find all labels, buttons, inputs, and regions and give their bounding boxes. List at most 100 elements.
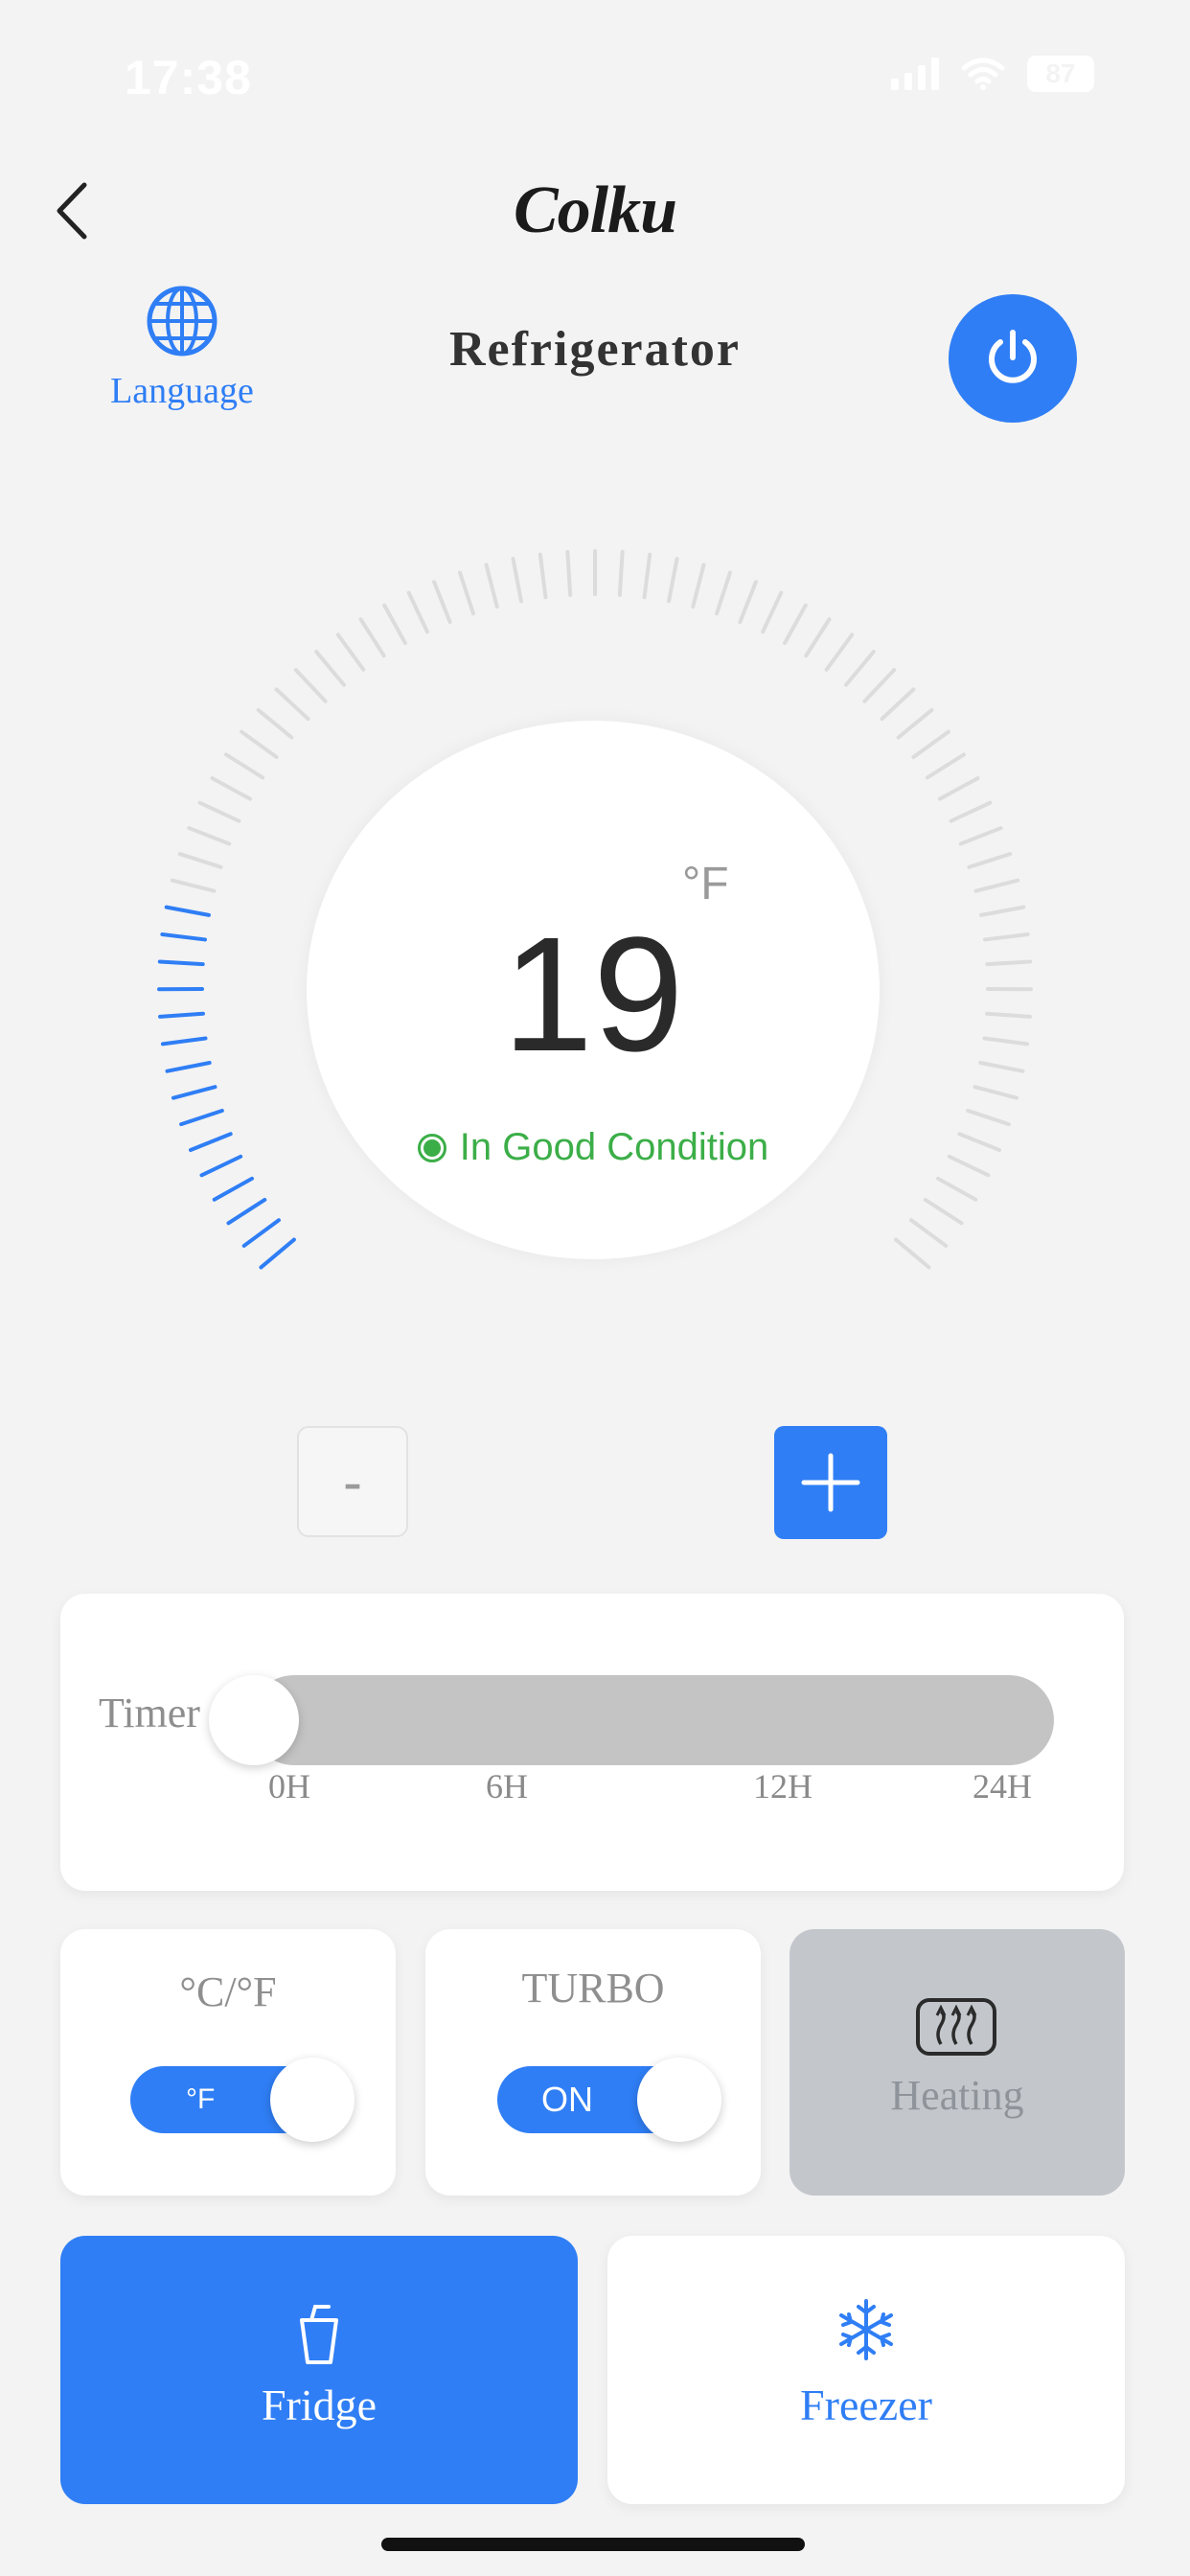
dial-tick-active <box>188 1132 233 1153</box>
brand-logo: Colku <box>513 173 677 247</box>
timer-tick-6h: 6H <box>486 1767 528 1806</box>
decrease-button[interactable]: - <box>297 1426 408 1537</box>
dial-tick <box>240 729 279 759</box>
dial-tick-active <box>226 1197 267 1226</box>
dial-tick <box>761 590 784 634</box>
timer-tick-0h: 0H <box>268 1767 310 1806</box>
dial-tick-active <box>171 1085 217 1100</box>
timer-slider-thumb[interactable] <box>209 1675 299 1765</box>
heater-icon <box>916 1998 996 2056</box>
status-time: 17:38 <box>125 51 252 104</box>
dial-tick-active <box>157 959 205 967</box>
dial-tick <box>909 1218 949 1248</box>
unit-toggle[interactable]: °F <box>130 2058 355 2142</box>
temperature-value: 19 <box>502 904 684 1086</box>
dial-tick <box>894 1237 931 1270</box>
cup-icon <box>300 2305 338 2364</box>
dial-tick-active <box>164 905 211 917</box>
dial-tick-active <box>160 932 208 942</box>
signal-icon <box>891 58 939 90</box>
timer-label: Timer <box>99 1690 200 1736</box>
dial-tick <box>985 1011 1032 1019</box>
increase-button[interactable] <box>774 1426 887 1539</box>
dial-tick <box>187 826 232 846</box>
dial-tick <box>936 1176 978 1202</box>
dial-tick <box>947 1154 991 1178</box>
fridge-label: Fridge <box>261 2380 378 2429</box>
dial-tick <box>170 878 217 893</box>
dial-tick <box>314 650 346 687</box>
dial-tick <box>177 852 223 869</box>
dial-tick <box>667 557 679 604</box>
dial-tick <box>293 668 328 703</box>
dial-tick <box>937 776 980 801</box>
freezer-mode-button[interactable]: Freezer <box>607 2236 1125 2504</box>
dial-tick <box>538 552 548 600</box>
dial-tick <box>949 800 993 823</box>
turbo-toggle-knob <box>637 2058 721 2142</box>
battery-indicator: 87 <box>1027 56 1094 92</box>
dial-tick <box>511 557 523 604</box>
dial-tick <box>985 959 1033 967</box>
dial-tick <box>896 707 934 740</box>
dial-tick <box>925 752 966 780</box>
fridge-mode-button[interactable]: Fridge <box>60 2236 578 2504</box>
dial-tick <box>432 580 452 624</box>
condition-status: In Good Condition <box>307 1126 880 1169</box>
power-button[interactable] <box>949 294 1077 423</box>
timer-tick-12h: 12H <box>753 1767 812 1806</box>
dial-tick <box>911 729 950 759</box>
dial-tick <box>973 878 1020 893</box>
dial-tick <box>783 603 808 646</box>
dial-tick <box>982 932 1030 942</box>
timer-tick-24h: 24H <box>973 1767 1032 1806</box>
dial-tick-active <box>241 1218 281 1248</box>
dial-tick <box>382 603 407 646</box>
dial-tick <box>642 552 652 600</box>
status-dot-icon <box>417 1133 446 1162</box>
dial-tick <box>958 826 1003 846</box>
dial-tick <box>957 1132 1002 1153</box>
dial-tick <box>978 1061 1025 1073</box>
dial-tick <box>880 687 916 722</box>
dial-tick <box>197 800 241 823</box>
dial-tick <box>715 570 733 616</box>
heating-label: Heating <box>890 2072 1024 2119</box>
condition-text: In Good Condition <box>459 1126 769 1168</box>
dial-tick <box>862 668 897 703</box>
dial-tick <box>979 905 1026 917</box>
status-icons: 87 <box>891 56 1094 92</box>
dial-tick <box>967 852 1013 869</box>
dial-tick <box>256 707 294 740</box>
plus-icon <box>801 1453 860 1512</box>
dial-tick <box>804 617 832 658</box>
freezer-label: Freezer <box>800 2380 932 2429</box>
dial-tick-active <box>179 1108 224 1127</box>
dial-tick <box>966 1108 1011 1127</box>
turbo-card-title: TURBO <box>521 1965 665 2012</box>
dial-tick-active <box>212 1176 254 1202</box>
unit-toggle-knob <box>270 2058 355 2142</box>
snowflake-icon <box>839 2299 893 2360</box>
dial-tick <box>617 549 625 597</box>
dial-tick <box>824 632 855 672</box>
dial-tick-active <box>199 1154 243 1178</box>
unit-card-title: °C/°F <box>179 1968 277 2015</box>
dial-tick <box>738 580 758 624</box>
home-indicator <box>381 2538 805 2551</box>
heating-button[interactable]: Heating <box>790 1929 1125 2196</box>
turbo-toggle-text: ON <box>541 2080 593 2119</box>
dial-tick <box>565 549 573 597</box>
dial-tick <box>982 1036 1030 1046</box>
dial-tick <box>210 776 253 801</box>
dial-tick-active <box>165 1061 212 1073</box>
dial-tick-active <box>259 1237 296 1270</box>
dial-tick <box>844 650 876 687</box>
dial-tick <box>335 632 366 672</box>
power-icon <box>989 330 1037 383</box>
dial-tick-active <box>160 1036 208 1046</box>
turbo-toggle[interactable]: ON <box>497 2058 721 2142</box>
timer-slider-track[interactable] <box>249 1675 1054 1765</box>
unit-card: °C/°F °F <box>60 1929 396 2196</box>
temperature-unit: °F <box>682 859 729 909</box>
